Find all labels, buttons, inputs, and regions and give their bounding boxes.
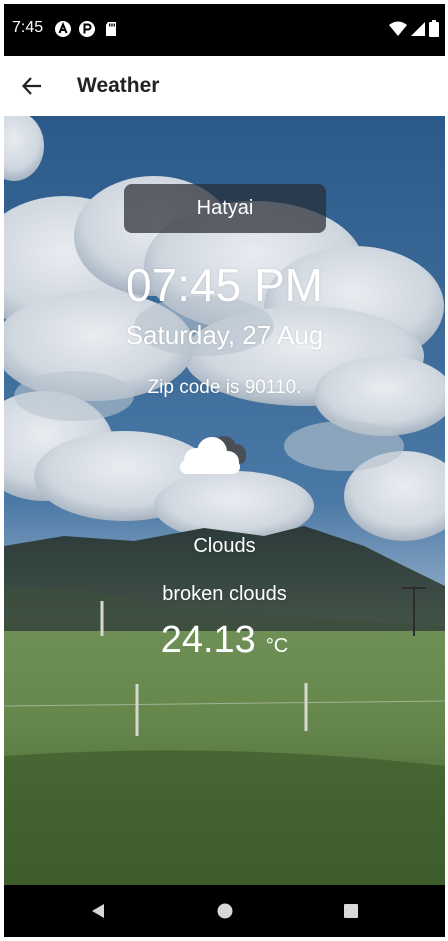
temperature-value: 24.13 <box>160 619 256 661</box>
a-circle-icon <box>55 21 71 37</box>
system-nav-bar <box>4 885 445 937</box>
weather-condition: Clouds <box>193 535 256 557</box>
back-button[interactable] <box>14 68 50 104</box>
weather-content: Hatyai 07:45 PM Saturday, 27 Aug Zip cod… <box>4 116 445 885</box>
nav-home-button[interactable] <box>213 899 237 923</box>
nav-back-button[interactable] <box>86 899 110 923</box>
battery-icon <box>429 20 439 37</box>
temperature-row: 24.13 °C <box>4 619 445 662</box>
back-triangle-icon <box>92 904 104 918</box>
status-bar: 7:45 <box>4 4 445 56</box>
city-chip[interactable]: Hatyai <box>124 184 326 233</box>
city-name: Hatyai <box>196 197 254 219</box>
zip-code-text: Zip code is 90110. <box>147 377 302 398</box>
app-bar: Weather <box>4 56 445 116</box>
home-circle-icon <box>217 903 233 919</box>
status-notification-icons <box>54 20 120 38</box>
page-title: Weather <box>77 74 160 97</box>
current-time: 07:45 PM <box>126 259 323 311</box>
broken-clouds-icon <box>180 436 246 474</box>
sd-card-icon <box>106 22 116 36</box>
current-date: Saturday, 27 Aug <box>125 320 324 350</box>
temperature-unit: °C <box>265 635 289 657</box>
nav-recents-button[interactable] <box>339 899 363 923</box>
recents-square-icon <box>344 904 358 918</box>
p-circle-icon <box>79 21 95 37</box>
phone-screen: 7:45 Weather Hatyai 07:45 PM Saturday, 2… <box>4 4 445 937</box>
arrow-left-icon <box>21 77 41 95</box>
status-time: 7:45 <box>12 19 44 36</box>
wifi-icon <box>389 21 407 36</box>
signal-icon <box>411 21 425 36</box>
weather-description: broken clouds <box>162 583 287 605</box>
status-system-icons <box>389 20 439 37</box>
